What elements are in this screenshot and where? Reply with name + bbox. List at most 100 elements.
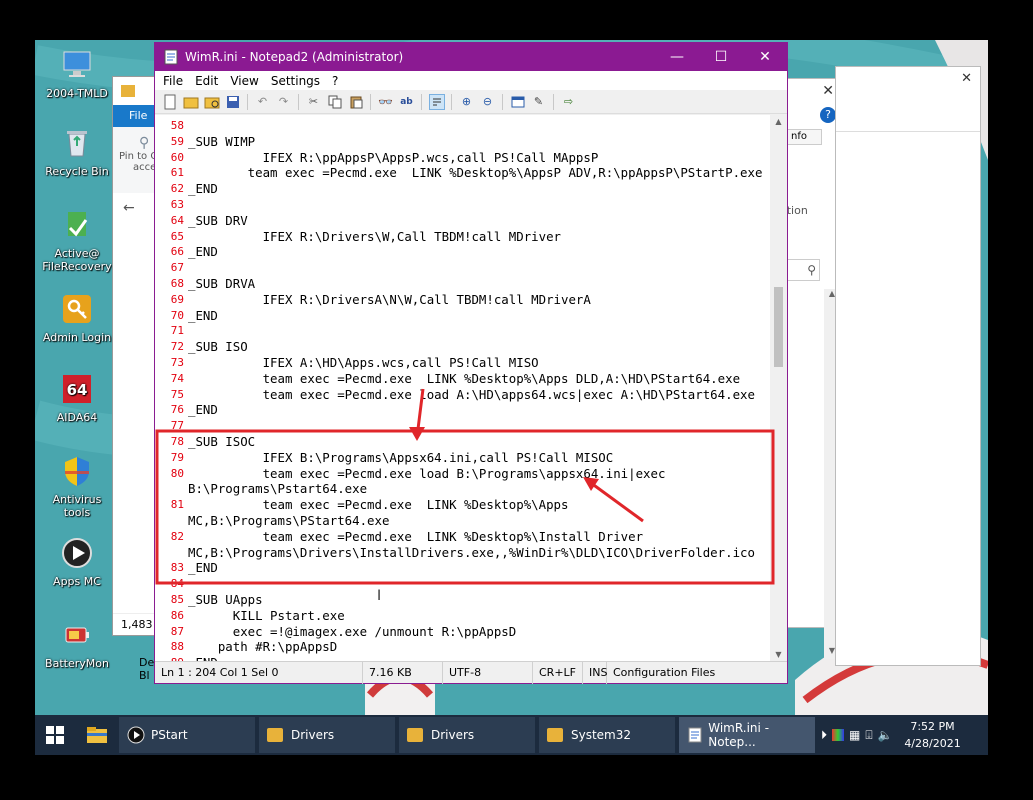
menu-bar: File Edit View Settings ? — [155, 71, 787, 90]
word-wrap-icon[interactable] — [428, 93, 445, 110]
help-icon[interactable]: ? — [820, 107, 836, 123]
desktop-icon-recycle-bin[interactable]: Recycle Bin — [39, 126, 115, 178]
toolbar-separator — [421, 93, 422, 110]
desktop-icon-label: Admin Login — [42, 331, 112, 344]
paste-icon[interactable] — [348, 94, 364, 110]
status-position: Ln 1 : 204 Col 1 Sel 0 — [155, 661, 363, 684]
windows-logo-icon — [46, 726, 64, 744]
desktop-icon-apps-mc[interactable]: Apps MC — [39, 536, 115, 588]
annotation-overlay — [155, 388, 775, 585]
taskbar-item-system32[interactable]: System32 — [539, 717, 675, 753]
computer-icon — [63, 51, 91, 77]
taskbar-item-drivers-1[interactable]: Drivers — [259, 717, 395, 753]
tray-network-icon[interactable]: ▦ — [849, 728, 860, 742]
minimize-button[interactable]: — — [655, 43, 699, 71]
desktop-screen: 2004-TMLD Recycle Bin Active@ FileRecove… — [35, 40, 988, 755]
taskbar-item-label: WimR.ini - Notep... — [708, 721, 770, 749]
desktop-icon-admin-login[interactable]: Admin Login — [39, 292, 115, 344]
menu-help[interactable]: ? — [326, 74, 344, 88]
exit-icon[interactable]: ⇨ — [561, 94, 577, 110]
undo-icon[interactable]: ↶ — [255, 94, 271, 110]
arrow-line-2 — [590, 481, 644, 523]
svg-text:64: 64 — [67, 381, 88, 399]
open-folder-icon[interactable] — [183, 94, 199, 110]
desktop-icon-label: Antivirus tools — [52, 493, 102, 519]
toolbar-separator — [451, 93, 452, 110]
tray-play-icon[interactable]: ⏵ — [821, 728, 827, 743]
toolbar: ↶ ↷ ✂ 👓 ab ⊕ ⊖ ✎ ⇨ — [155, 90, 787, 114]
taskbar-item-label: Drivers — [431, 728, 475, 742]
highlight-rectangle — [155, 429, 775, 585]
taskbar-item-label: System32 — [571, 728, 632, 742]
notepad-icon — [688, 727, 702, 743]
desktop-icon-label: Active@ FileRecovery — [42, 247, 112, 273]
clock[interactable]: 7:52 PM 4/28/2021 — [903, 718, 963, 752]
menu-settings[interactable]: Settings — [265, 74, 326, 88]
taskbar-item-label: PStart — [151, 728, 188, 742]
desktop-icon-computer[interactable]: 2004-TMLD — [39, 48, 115, 100]
notepad2-window[interactable]: WimR.ini - Notepad2 (Administrator) — ☐ … — [154, 42, 788, 684]
close-button[interactable]: ✕ — [743, 43, 787, 71]
file-recovery-icon — [68, 212, 88, 237]
status-encoding[interactable]: UTF-8 — [443, 661, 533, 684]
taskbar-item-pstart[interactable]: PStart — [119, 717, 255, 753]
folder-icon — [547, 728, 563, 742]
scheme-icon[interactable] — [510, 94, 526, 110]
find-icon[interactable]: 👓 — [378, 94, 394, 110]
menu-file[interactable]: File — [157, 74, 189, 88]
maximize-button[interactable]: ☐ — [699, 43, 743, 71]
taskbar-item-drivers-2[interactable]: Drivers — [399, 717, 535, 753]
tab-info[interactable]: nfo — [786, 129, 822, 145]
clock-date: 4/28/2021 — [904, 737, 961, 750]
aida64-icon: 64 — [63, 375, 91, 403]
tray-volume-icon[interactable]: 🔈 — [878, 728, 893, 742]
close-icon[interactable]: ✕ — [822, 83, 834, 99]
clock-time: 7:52 PM — [910, 720, 955, 733]
new-file-icon[interactable] — [162, 94, 178, 110]
copy-icon[interactable] — [327, 94, 343, 110]
taskbar-item-notepad[interactable]: WimR.ini - Notep... — [679, 717, 815, 753]
menu-edit[interactable]: Edit — [189, 74, 224, 88]
explorer-window-right-2[interactable]: ✕ — [835, 66, 981, 666]
play-icon — [62, 538, 92, 568]
tray-usb-icon[interactable]: ⍗ — [865, 728, 872, 743]
arrow-head-1 — [409, 427, 425, 441]
start-button[interactable] — [35, 715, 75, 755]
editor-area[interactable]: 58 59 60 61 62 63 64 65 66 67 68 69 70 71 72 73 74 75 76 77… — [155, 115, 787, 661]
system-tray: ⏵ ▦ ⍗ 🔈 — [821, 728, 893, 743]
taskbar-item-label: Drivers — [291, 728, 335, 742]
zoom-out-icon[interactable]: ⊖ — [480, 94, 496, 110]
tray-display-icon[interactable] — [832, 729, 845, 741]
toolbar-separator — [553, 93, 554, 110]
desktop-icon-aida64[interactable]: 64 AIDA64 — [39, 372, 115, 424]
status-scheme[interactable]: Configuration Files — [607, 662, 721, 684]
replace-icon[interactable]: ab — [399, 94, 415, 110]
desktop-icon-label: Recycle Bin — [45, 165, 109, 178]
redo-icon[interactable]: ↷ — [276, 94, 292, 110]
status-bar: Ln 1 : 204 Col 1 Sel 0 7.16 KB UTF-8 CR+… — [155, 661, 787, 684]
desktop-icon-label: BatteryMon — [45, 657, 109, 670]
desktop-partial-label-line1: De — [139, 656, 155, 669]
close-icon[interactable]: ✕ — [961, 71, 972, 86]
zoom-in-icon[interactable]: ⊕ — [459, 94, 475, 110]
play-icon — [127, 726, 145, 744]
desktop-icon-antivirus[interactable]: Antivirus tools — [39, 454, 115, 519]
toolbar-separator — [370, 93, 371, 110]
save-icon[interactable] — [225, 94, 241, 110]
desktop-partial-label: De Bl — [139, 656, 154, 682]
menu-view[interactable]: View — [224, 74, 264, 88]
key-icon — [63, 295, 91, 323]
file-explorer-pinned[interactable] — [75, 715, 119, 755]
window-title: WimR.ini - Notepad2 (Administrator) — [185, 50, 404, 64]
desktop-icon-batterymon[interactable]: BatteryMon — [39, 618, 115, 670]
notepad-titlebar[interactable]: WimR.ini - Notepad2 (Administrator) — ☐ … — [155, 43, 787, 71]
status-ins[interactable]: INS — [583, 661, 607, 684]
desktop-icon-file-recovery[interactable]: Active@ FileRecovery — [39, 208, 115, 273]
browse-icon[interactable] — [204, 94, 220, 110]
taskbar: PStart Drivers Drivers System32 WimR.ini… — [35, 715, 988, 755]
recycle-bin-icon — [67, 131, 87, 157]
cut-icon[interactable]: ✂ — [306, 94, 322, 110]
status-eol[interactable]: CR+LF — [533, 661, 583, 684]
customize-icon[interactable]: ✎ — [531, 94, 547, 110]
folder-icon — [87, 727, 107, 743]
